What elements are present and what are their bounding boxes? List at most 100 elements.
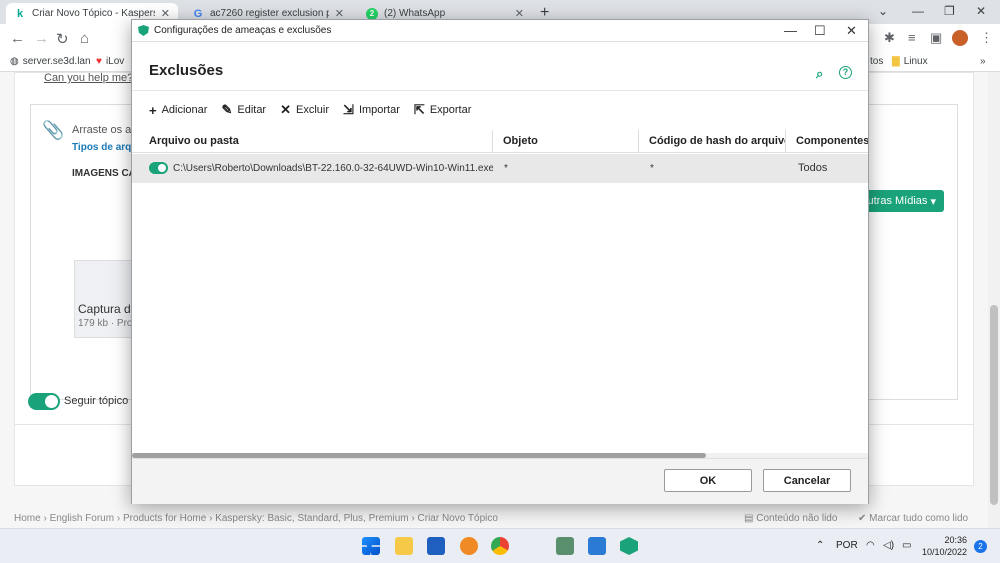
reading-list-icon[interactable]: ≡ <box>908 30 916 45</box>
side-panel-icon[interactable]: ▣ <box>930 30 942 46</box>
other-media-label: utras Mídias <box>867 195 928 207</box>
column-file-folder[interactable]: Arquivo ou pasta <box>139 130 493 153</box>
chrome-icon[interactable] <box>491 537 509 555</box>
file-types-link[interactable]: Tipos de arq <box>72 142 131 153</box>
mark-read-label: Marcar tudo como lido <box>869 513 969 524</box>
table-row[interactable]: C:\Users\Roberto\Downloads\BT-22.160.0-3… <box>132 154 868 183</box>
images-label: IMAGENS CA <box>72 168 136 179</box>
clock-time: 20:36 <box>944 535 968 545</box>
export-button[interactable]: ⇱ Exportar <box>414 102 471 118</box>
other-media-button[interactable]: utras Mídias ▾ <box>858 190 944 212</box>
delete-button[interactable]: ✕ Excluir <box>280 102 329 118</box>
more-bookmarks-icon[interactable]: » <box>980 56 986 67</box>
help-icon[interactable]: ? <box>839 66 852 79</box>
whatsapp-favicon-icon: 2 <box>366 7 378 20</box>
exclusions-dialog: Configurações de ameaças e exclusões — ☐… <box>131 19 869 504</box>
drag-text: Arraste os a <box>72 124 132 136</box>
import-icon: ⇲ <box>343 102 354 117</box>
import-label: Importar <box>358 104 400 116</box>
tab-title: (2) WhatsApp <box>384 8 446 19</box>
bookmark-label: iLov <box>105 56 125 67</box>
export-label: Exportar <box>429 104 472 116</box>
edit-button[interactable]: ✎ Editar <box>221 102 266 118</box>
menu-icon[interactable]: ⋮ <box>980 30 993 46</box>
language-indicator[interactable]: POR <box>836 540 858 551</box>
globe-icon: ◍ <box>10 56 19 67</box>
bookmark-ilove[interactable]: ♥ iLov <box>96 56 124 67</box>
breadcrumb-forum[interactable]: English Forum <box>50 513 114 524</box>
tab-title: Criar Novo Tópico - Kaspersky Su <box>32 8 155 19</box>
google-favicon-icon: G <box>193 7 203 20</box>
bookmark-label: server.se3d.lan <box>22 56 91 67</box>
breadcrumb-kaspersky[interactable]: Kaspersky: Basic, Standard, Plus, Premiu… <box>215 513 408 524</box>
attachment-size: 179 kb · Pro <box>78 318 133 329</box>
close-window-icon[interactable]: ✕ <box>976 4 986 18</box>
question-text: Can you help me? <box>44 72 134 84</box>
wifi-icon[interactable]: ◠ <box>866 540 875 551</box>
notification-badge[interactable]: 2 <box>974 540 987 553</box>
import-button[interactable]: ⇲ Importar <box>343 102 400 118</box>
minimize-icon[interactable]: — <box>912 4 924 18</box>
row-path: C:\Users\Roberto\Downloads\BT-22.160.0-3… <box>173 163 493 174</box>
add-button[interactable]: + Adicionar <box>149 102 207 118</box>
app-icon[interactable] <box>556 537 574 555</box>
ok-button[interactable]: OK <box>664 469 752 492</box>
home-icon[interactable]: ⌂ <box>80 30 89 47</box>
bookmark-linux[interactable]: ▇ Linux <box>892 56 928 67</box>
breadcrumb-home[interactable]: Home <box>14 513 41 524</box>
column-components[interactable]: Componentes d <box>786 130 868 153</box>
bookmark-server[interactable]: ◍ server.se3d.lan <box>10 56 91 67</box>
tray-overflow-icon[interactable]: ⌃ <box>816 540 824 551</box>
plus-icon: + <box>149 102 157 118</box>
back-icon[interactable]: ← <box>10 30 25 47</box>
battery-icon[interactable]: ▭ <box>902 540 911 551</box>
clock[interactable]: 20:36 10/10/2022 <box>922 534 967 558</box>
row-object: * <box>504 163 508 174</box>
profile-avatar[interactable] <box>952 30 968 46</box>
dialog-close-icon[interactable]: ✕ <box>846 23 857 39</box>
row-components: Todos <box>798 162 828 174</box>
attachment-icon: 📎 <box>42 120 65 140</box>
tab-search-icon[interactable]: ⌄ <box>878 4 888 18</box>
bookmark-label: tos <box>870 56 884 67</box>
exclusions-table-header: Arquivo ou pasta Objeto Código de hash d… <box>132 130 868 153</box>
dialog-footer <box>132 458 868 504</box>
unread-label: Conteúdo não lido <box>756 513 838 524</box>
restore-icon[interactable]: ❐ <box>944 4 955 18</box>
dialog-titlebar: Configurações de ameaças e exclusões <box>132 20 868 42</box>
attachment-name: Captura de <box>78 302 138 316</box>
breadcrumb: Home › English Forum › Products for Home… <box>14 513 498 524</box>
volume-icon[interactable]: ◁) <box>883 540 894 551</box>
follow-topic-label: Seguir tópico <box>64 395 129 407</box>
dialog-minimize-icon[interactable]: — <box>784 23 797 38</box>
dialog-heading: Exclusões <box>149 62 224 79</box>
start-icon[interactable] <box>362 537 380 555</box>
page-scrollbar-thumb[interactable] <box>990 305 998 505</box>
column-object[interactable]: Objeto <box>493 130 639 153</box>
follow-topic-toggle[interactable] <box>28 393 60 410</box>
pencil-icon: ✎ <box>221 102 233 117</box>
cancel-button[interactable]: Cancelar <box>763 469 851 492</box>
search-icon[interactable]: ⌕ <box>816 66 823 82</box>
extensions-icon[interactable]: ✱ <box>884 30 895 46</box>
mark-all-read-link[interactable]: ✔ Marcar tudo como lido <box>858 513 968 524</box>
header-divider <box>132 90 868 91</box>
heart-icon: ♥ <box>96 56 102 67</box>
store-icon[interactable] <box>427 537 445 555</box>
x-icon: ✕ <box>280 102 292 117</box>
unread-content-link[interactable]: ▤ Conteúdo não lido <box>744 513 837 524</box>
delete-label: Excluir <box>296 104 330 116</box>
breadcrumb-products[interactable]: Products for Home <box>123 513 206 524</box>
forward-icon[interactable]: → <box>34 30 49 47</box>
action-toolbar: + Adicionar ✎ Editar ✕ Excluir ⇲ Importa… <box>149 102 471 118</box>
dialog-maximize-icon[interactable]: ☐ <box>814 23 826 39</box>
exclusion-enabled-toggle[interactable] <box>149 162 168 174</box>
file-explorer-icon[interactable] <box>395 537 413 555</box>
dialog-window-title: Configurações de ameaças e exclusões <box>154 25 332 36</box>
blender-icon[interactable] <box>460 537 478 555</box>
column-hash[interactable]: Código de hash do arquivo <box>639 130 786 153</box>
bookmark-tos[interactable]: tos <box>870 56 883 67</box>
kaspersky-icon[interactable] <box>620 537 638 555</box>
remote-desktop-icon[interactable] <box>588 537 606 555</box>
reload-icon[interactable]: ↻ <box>56 30 69 48</box>
